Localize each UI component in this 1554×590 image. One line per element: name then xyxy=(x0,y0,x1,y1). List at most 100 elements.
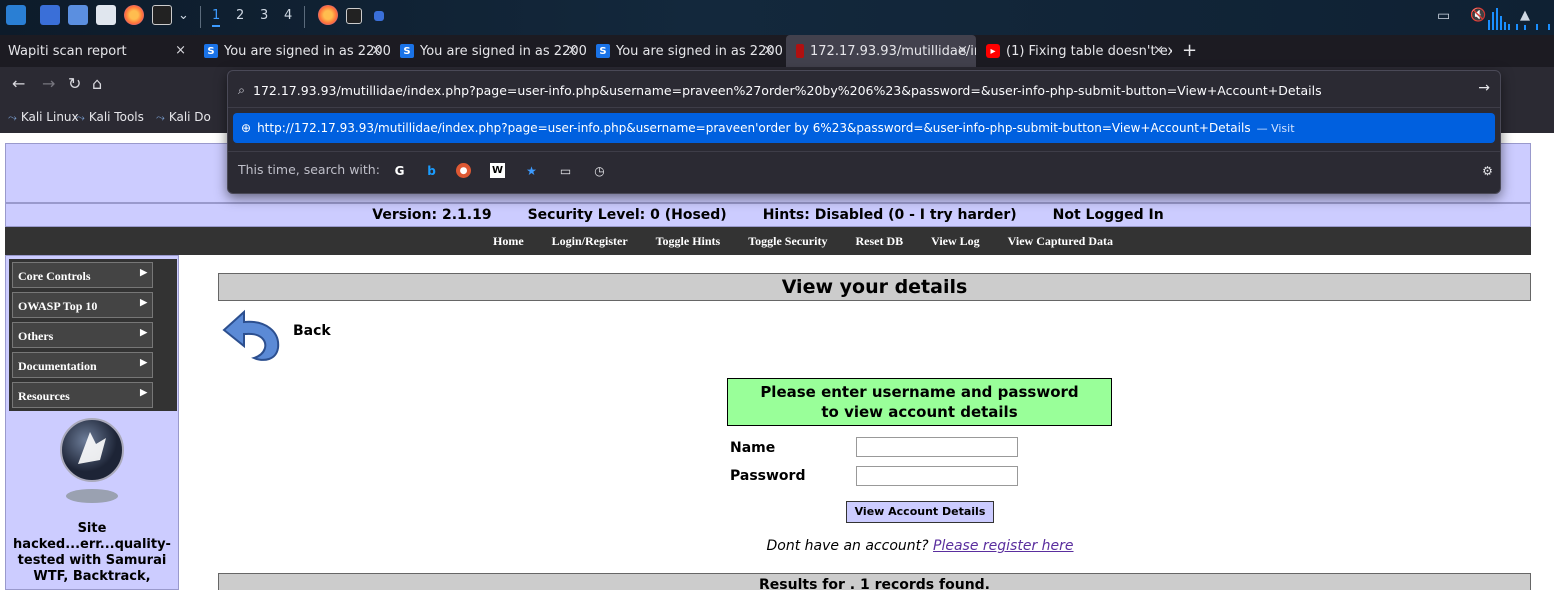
back-label[interactable]: Back xyxy=(293,323,331,339)
divider xyxy=(228,107,1500,108)
menu-view-captured-data[interactable]: View Captured Data xyxy=(1008,234,1113,249)
reload-icon[interactable]: ↻ xyxy=(68,74,81,93)
menu-toggle-security[interactable]: Toggle Security xyxy=(748,234,827,249)
register-link[interactable]: Please register here xyxy=(933,538,1074,554)
back-arrow-icon[interactable]: ← xyxy=(12,74,25,93)
file-manager-icon[interactable] xyxy=(68,5,88,25)
kali-dragon-icon: ⤳ xyxy=(76,111,85,124)
submenu-arrow-icon: ▶ xyxy=(140,327,147,337)
kali-dragon-icon: ⤳ xyxy=(8,111,17,124)
results-header: Results for . 1 records found. xyxy=(218,573,1531,590)
back-arrow-icon[interactable] xyxy=(220,308,284,364)
tab-mutillidae[interactable]: 172.17.93.93/mutillidae/in × xyxy=(786,35,976,67)
tab-title: Wapiti scan report xyxy=(8,43,127,59)
password-input[interactable] xyxy=(856,466,1018,486)
tabs-icon[interactable]: ▭ xyxy=(558,163,573,178)
suggestion-url: http://172.17.93.93/mutillidae/index.php… xyxy=(257,121,1251,135)
panel-separator xyxy=(304,6,305,28)
notification-bell-icon[interactable]: ▲ xyxy=(1520,8,1530,23)
bing-icon[interactable]: b xyxy=(424,163,439,178)
close-icon[interactable]: × xyxy=(1153,43,1164,58)
url-suggestion[interactable]: ⊕ http://172.17.93.93/mutillidae/index.p… xyxy=(233,113,1495,143)
window-icon[interactable]: ▭ xyxy=(1437,8,1450,24)
kali-dragon-icon: ⤳ xyxy=(156,111,165,124)
bookmark-kali-docs[interactable]: ⤳ Kali Do xyxy=(156,110,211,125)
bookmark-kali-linux[interactable]: ⤳ Kali Linux xyxy=(8,110,79,125)
menu-toggle-hints[interactable]: Toggle Hints xyxy=(656,234,721,249)
duckduckgo-icon[interactable]: ● xyxy=(456,163,471,178)
divider xyxy=(228,151,1500,152)
menu-home[interactable]: Home xyxy=(493,234,524,249)
menu-login-register[interactable]: Login/Register xyxy=(552,234,628,249)
forward-arrow-icon[interactable]: → xyxy=(42,74,55,93)
workspace-1[interactable]: 1 xyxy=(212,8,221,27)
app-window-icon[interactable] xyxy=(374,11,384,21)
terminal-icon[interactable] xyxy=(152,5,172,25)
workspace-4[interactable]: 4 xyxy=(284,8,292,23)
side-menu-owasp-top-10[interactable]: OWASP Top 10 ▶ xyxy=(12,292,153,318)
workspace-3[interactable]: 3 xyxy=(260,8,268,23)
instructions-line2: to view account details xyxy=(821,403,1018,421)
kali-menu-icon[interactable] xyxy=(6,5,26,25)
tab-title: 172.17.93.93/mutillidae/in xyxy=(810,43,976,59)
google-icon[interactable]: G xyxy=(392,163,407,178)
submenu-arrow-icon: ▶ xyxy=(140,267,147,277)
search-icon: ⌕ xyxy=(238,82,246,97)
workspace-2[interactable]: 2 xyxy=(236,8,244,23)
status-bar: Version: 2.1.19 Security Level: 0 (Hosed… xyxy=(5,203,1531,227)
side-menu-others[interactable]: Others ▶ xyxy=(12,322,153,348)
url-input-value: 172.17.93.93/mutillidae/index.php?page=u… xyxy=(253,82,1322,98)
view-account-details-button[interactable]: View Account Details xyxy=(846,501,994,523)
url-input[interactable]: ⌕ 172.17.93.93/mutillidae/index.php?page… xyxy=(238,79,1488,101)
side-menu-resources[interactable]: Resources ▶ xyxy=(12,382,153,408)
tab-signed-in-2[interactable]: S You are signed in as 2200 × xyxy=(394,35,586,67)
owasp-logo-icon xyxy=(60,418,124,503)
submenu-arrow-icon: ▶ xyxy=(140,357,147,367)
tab-wapiti[interactable]: Wapiti scan report × xyxy=(0,35,194,67)
firefox-icon[interactable] xyxy=(124,5,144,25)
desktop-icon[interactable] xyxy=(40,5,60,25)
settings-gear-icon[interactable]: ⚙ xyxy=(1480,163,1495,178)
close-icon[interactable]: × xyxy=(957,43,968,58)
tab-signed-in-1[interactable]: S You are signed in as 2200 × xyxy=(198,35,390,67)
side-menu: Core Controls ▶ OWASP Top 10 ▶ Others ▶ Doc… xyxy=(9,259,177,411)
history-icon[interactable]: ◷ xyxy=(592,163,607,178)
close-icon[interactable]: × xyxy=(763,43,774,58)
home-icon[interactable]: ⌂ xyxy=(92,74,102,93)
username-input[interactable] xyxy=(856,437,1018,457)
dropdown-icon[interactable]: ⌄ xyxy=(178,8,189,23)
close-icon[interactable]: × xyxy=(175,43,186,58)
text-editor-icon[interactable] xyxy=(96,5,116,25)
new-tab-button[interactable]: + xyxy=(1182,40,1197,61)
tab-signed-in-3[interactable]: S You are signed in as 2200 × xyxy=(590,35,782,67)
page-title: View your details xyxy=(218,273,1531,301)
tab-title: You are signed in as 2200 xyxy=(420,43,586,59)
menu-reset-db[interactable]: Reset DB xyxy=(855,234,903,249)
tab-title: You are signed in as 2200 xyxy=(616,43,782,59)
url-dropdown: ⌕ 172.17.93.93/mutillidae/index.php?page… xyxy=(227,70,1501,194)
login-status-text: Not Logged In xyxy=(1052,207,1164,223)
system-panel: ⌄ 1 2 3 4 ▭ 🔇 ▲ xyxy=(0,0,1554,35)
bookmarks-star-icon[interactable]: ★ xyxy=(524,163,539,178)
go-arrow-icon[interactable]: → xyxy=(1478,80,1490,96)
s-favicon-icon: S xyxy=(204,44,218,58)
instructions-box: Please enter username and password to vi… xyxy=(727,378,1112,426)
tab-youtube[interactable]: ▸ (1) Fixing table doesn't exi × xyxy=(980,35,1172,67)
globe-icon: ⊕ xyxy=(241,121,252,135)
wikipedia-icon[interactable]: W xyxy=(490,163,505,178)
menu-view-log[interactable]: View Log xyxy=(931,234,980,249)
s-favicon-icon: S xyxy=(400,44,414,58)
bookmark-kali-tools[interactable]: ⤳ Kali Tools xyxy=(76,110,144,125)
visit-label: — Visit xyxy=(1256,121,1295,135)
submenu-arrow-icon: ▶ xyxy=(140,387,147,397)
firefox-window-icon[interactable] xyxy=(318,5,338,25)
terminal-window-icon[interactable] xyxy=(346,8,362,24)
hints-text: Hints: Disabled (0 - I try harder) xyxy=(762,207,1017,223)
submenu-arrow-icon: ▶ xyxy=(140,297,147,307)
register-prompt: Dont have an account? Please register he… xyxy=(0,538,1554,554)
side-menu-documentation[interactable]: Documentation ▶ xyxy=(12,352,153,378)
close-icon[interactable]: × xyxy=(567,43,578,58)
side-menu-core-controls[interactable]: Core Controls ▶ xyxy=(12,262,153,288)
close-icon[interactable]: × xyxy=(371,43,382,58)
mute-icon[interactable]: 🔇 xyxy=(1470,8,1486,23)
